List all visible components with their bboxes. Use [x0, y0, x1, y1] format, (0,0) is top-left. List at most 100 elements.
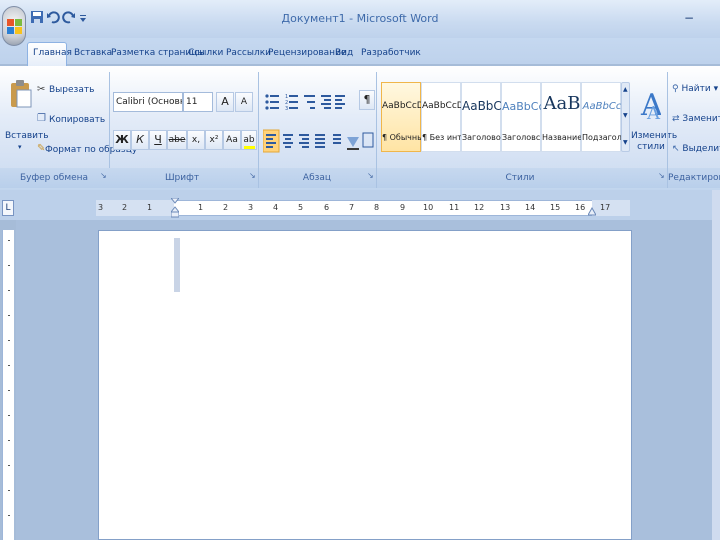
- clipboard-launcher-icon[interactable]: ↘: [100, 172, 108, 180]
- change-styles-label: Изменить стили: [631, 131, 678, 152]
- ruler-number: 12: [474, 203, 485, 212]
- highlight-label: ab: [243, 135, 255, 145]
- font-group-label: Шрифт: [164, 173, 200, 183]
- tab-home[interactable]: Главная: [33, 48, 72, 58]
- style-name: Заголовс...: [502, 133, 542, 142]
- format-painter-button[interactable]: ✎ Формат по образцу: [34, 142, 137, 158]
- style-title[interactable]: AaB Название: [541, 82, 582, 152]
- scroll-down-icon[interactable]: ▼: [623, 112, 628, 119]
- style-preview: AaBbC(: [462, 99, 502, 113]
- ruler-number: 3: [98, 203, 104, 212]
- tab-developer[interactable]: Разработчик: [361, 48, 421, 58]
- style-preview: AaBbCcDc: [422, 101, 462, 111]
- find-label: Найти: [681, 84, 711, 94]
- paste-button[interactable]: Вставить ▾: [4, 74, 49, 154]
- change-case-button[interactable]: Aa: [223, 130, 241, 150]
- office-logo-icon: [7, 19, 22, 34]
- superscript-button[interactable]: x²: [205, 130, 223, 150]
- replace-label: Заменить: [682, 114, 720, 124]
- ruler-number: 5: [298, 203, 304, 212]
- change-styles-button[interactable]: A A Изменить стили: [631, 76, 678, 160]
- find-button[interactable]: ⚲ Найти ▾: [672, 84, 718, 94]
- binoculars-icon: ⚲: [672, 84, 679, 94]
- vertical-scrollbar[interactable]: [712, 190, 720, 540]
- replace-button[interactable]: ⇄ Заменить: [672, 114, 720, 124]
- svg-text:A: A: [646, 103, 661, 123]
- style-name: Название: [542, 133, 582, 142]
- vertical-ruler[interactable]: [2, 230, 14, 540]
- tab-references[interactable]: Ссылки: [188, 48, 223, 58]
- tab-selector[interactable]: L: [2, 200, 14, 216]
- style-subtitle[interactable]: AaBbCc Подзагол...: [581, 82, 622, 152]
- editing-group-label: Редактирование: [668, 173, 720, 183]
- style-preview: AaBbCc: [582, 101, 622, 112]
- office-button[interactable]: [2, 6, 26, 46]
- show-marks-button[interactable]: ¶: [359, 90, 375, 110]
- ruler-number: 2: [122, 203, 128, 212]
- copy-icon: ❐: [37, 113, 46, 124]
- window-title: Документ1 - Microsoft Word: [281, 12, 439, 25]
- styles-scroll[interactable]: ▲ ▼ ▼: [621, 82, 630, 152]
- cut-button[interactable]: ✂ Вырезать: [34, 82, 106, 98]
- paste-icon: [11, 80, 32, 108]
- ruler-number: 2: [223, 203, 229, 212]
- strikethrough-button[interactable]: abe: [167, 130, 187, 150]
- shrink-font-button[interactable]: A: [235, 92, 253, 112]
- ruler-number: 15: [550, 203, 561, 212]
- tab-insert[interactable]: Вставка: [74, 48, 112, 58]
- alignment-icons: [262, 129, 374, 153]
- italic-button[interactable]: К: [131, 130, 149, 150]
- ruler-number: 17: [600, 203, 611, 212]
- ruler-number: 7: [349, 203, 355, 212]
- styles-launcher-icon[interactable]: ↘: [658, 172, 666, 180]
- subscript-button[interactable]: x,: [187, 130, 205, 150]
- more-styles-icon[interactable]: ▼: [623, 139, 628, 146]
- highlight-button[interactable]: ab: [241, 130, 257, 150]
- style-name: Заголово...: [462, 133, 502, 142]
- paragraph-launcher-icon[interactable]: ↘: [367, 172, 375, 180]
- style-heading-2[interactable]: AaBbCc Заголовс...: [501, 82, 542, 152]
- ruler-number: 8: [374, 203, 380, 212]
- clipboard-group-label: Буфер обмена: [19, 173, 89, 183]
- svg-text:3: 3: [285, 106, 288, 112]
- separator: [258, 72, 259, 188]
- style-preview: AaB: [543, 93, 581, 114]
- style-normal[interactable]: AaBbCcDc ¶ Обычный: [381, 82, 422, 152]
- style-name: Подзагол...: [582, 133, 622, 142]
- font-launcher-icon[interactable]: ↘: [249, 172, 257, 180]
- select-button[interactable]: ↖ Выделить ▾: [672, 144, 720, 154]
- tab-view[interactable]: Вид: [335, 48, 353, 58]
- ruler-number: 10: [423, 203, 434, 212]
- ruler-number: 6: [324, 203, 330, 212]
- ruler-number: 4: [273, 203, 279, 212]
- underline-button[interactable]: Ч: [149, 130, 167, 150]
- indent-marker-icon[interactable]: [169, 197, 181, 218]
- style-no-spacing[interactable]: AaBbCcDc ¶ Без инте...: [421, 82, 462, 152]
- list-icons: 123: [265, 94, 345, 112]
- style-preview: AaBbCcDc: [382, 101, 422, 111]
- right-indent-marker-icon[interactable]: [587, 203, 597, 217]
- ruler-number: 14: [525, 203, 536, 212]
- paragraph-group-label: Абзац: [302, 173, 332, 183]
- scroll-up-icon[interactable]: ▲: [623, 86, 628, 93]
- ruler-number: 3: [248, 203, 254, 212]
- font-size-input[interactable]: 11: [183, 92, 213, 112]
- font-name-input[interactable]: Calibri (Основной т: [113, 92, 183, 112]
- ruler-number: 16: [575, 203, 586, 212]
- alignment-controls: [262, 128, 374, 153]
- style-heading-1[interactable]: AaBbC( Заголово...: [461, 82, 502, 152]
- bold-button[interactable]: Ж: [113, 130, 131, 150]
- ruler-number: 1: [147, 203, 153, 212]
- ruler-number: 11: [449, 203, 460, 212]
- ruler-right-margin: [592, 200, 630, 216]
- tab-mailings[interactable]: Рассылки: [226, 48, 271, 58]
- ruler-number: 1: [198, 203, 204, 212]
- paragraph-list-controls: 123: [262, 90, 358, 114]
- styles-group-label: Стили: [505, 173, 535, 183]
- text-cursor: [174, 238, 180, 292]
- copy-button[interactable]: ❐ Копировать: [34, 112, 106, 128]
- minimize-button[interactable]: −: [682, 12, 696, 26]
- copy-label: Копировать: [49, 115, 106, 125]
- grow-font-button[interactable]: A: [216, 92, 234, 112]
- paste-dropdown-icon: ▾: [18, 143, 22, 151]
